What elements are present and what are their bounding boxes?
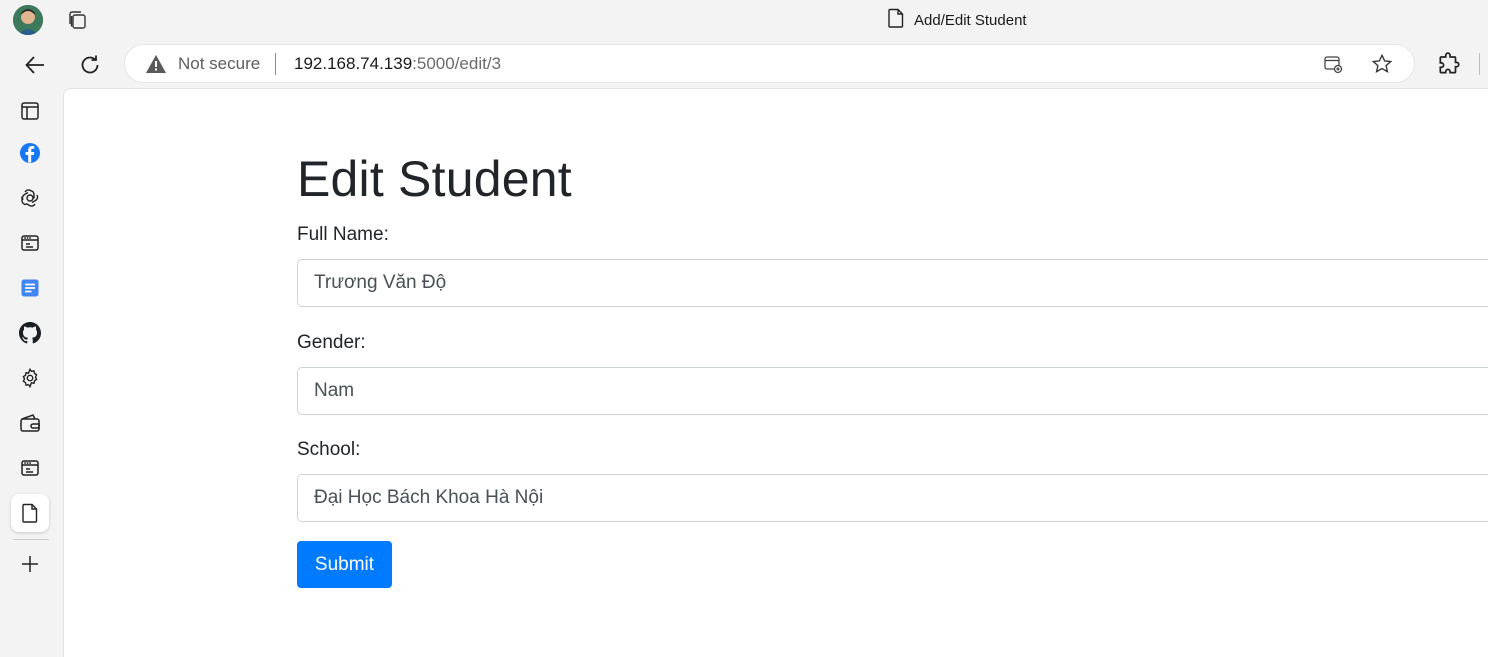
browser-toolbar: Not secure 192.168.74.139:5000/edit/3 xyxy=(0,40,1488,88)
address-divider xyxy=(275,53,276,75)
school-label: School: xyxy=(297,439,361,460)
security-status[interactable]: Not secure xyxy=(178,54,260,74)
tab-actions-icon[interactable] xyxy=(66,9,90,33)
gender-label: Gender: xyxy=(297,332,366,353)
warning-icon[interactable] xyxy=(145,54,167,74)
app-window-icon[interactable] xyxy=(11,449,49,487)
url-path: :5000/edit/3 xyxy=(412,54,502,73)
favorite-star-icon[interactable] xyxy=(1370,52,1394,76)
google-docs-icon[interactable] xyxy=(11,269,49,307)
app-available-icon[interactable] xyxy=(1321,52,1345,76)
back-button[interactable] xyxy=(20,50,50,80)
active-tab[interactable]: Add/Edit Student xyxy=(888,8,1027,32)
refresh-button[interactable] xyxy=(75,50,105,80)
full-name-label: Full Name: xyxy=(297,224,389,245)
add-icon[interactable] xyxy=(11,545,49,583)
submit-button[interactable]: Submit xyxy=(297,541,392,588)
sidebar-toggle-icon[interactable] xyxy=(11,92,49,130)
gender-input[interactable]: Nam xyxy=(297,367,1488,415)
arrow-left-icon xyxy=(25,56,44,74)
wallet-icon[interactable] xyxy=(11,404,49,442)
address-bar[interactable]: Not secure 192.168.74.139:5000/edit/3 xyxy=(125,45,1414,82)
toolbar-divider xyxy=(1479,53,1480,75)
profile-avatar[interactable] xyxy=(13,5,43,35)
edge-sidebar xyxy=(0,88,63,657)
refresh-icon xyxy=(81,55,99,74)
app-window-icon[interactable] xyxy=(11,224,49,262)
title-bar: Add/Edit Student xyxy=(0,0,1488,40)
school-input[interactable]: Đại Học Bách Khoa Hà Nội xyxy=(297,474,1488,522)
page-title: Edit Student xyxy=(297,151,572,207)
page-content: Edit Student Full Name: Trương Văn Độ Ge… xyxy=(63,88,1488,657)
full-name-input[interactable]: Trương Văn Độ xyxy=(297,259,1488,307)
sidebar-divider xyxy=(13,539,49,540)
github-icon[interactable] xyxy=(11,314,49,352)
tab-title-text: Add/Edit Student xyxy=(914,11,1027,29)
url-host: 192.168.74.139 xyxy=(294,54,413,73)
page-icon xyxy=(888,8,904,32)
extensions-icon[interactable] xyxy=(1436,51,1462,77)
openai-icon[interactable] xyxy=(11,179,49,217)
settings-gear-icon[interactable] xyxy=(11,359,49,397)
facebook-icon[interactable] xyxy=(11,134,49,172)
url-text[interactable]: 192.168.74.139:5000/edit/3 xyxy=(294,54,501,74)
sidebar-page-icon[interactable] xyxy=(11,494,49,532)
